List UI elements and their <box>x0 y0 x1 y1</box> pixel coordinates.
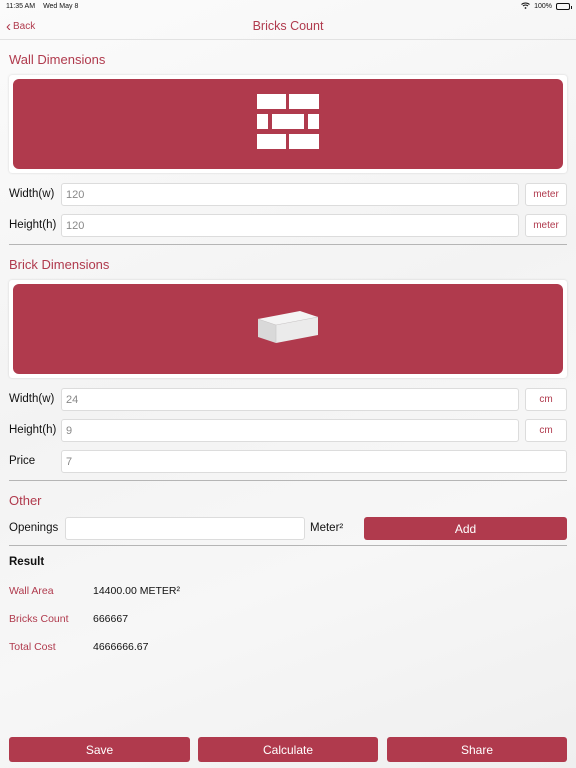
brick-icon <box>256 309 320 350</box>
wall-height-value: 120 <box>66 219 85 232</box>
wall-area-value: 14400.00 METER² <box>93 585 180 597</box>
add-button[interactable]: Add <box>364 517 567 540</box>
brick-banner-card <box>9 280 567 378</box>
total-cost-value: 4666666.67 <box>93 641 149 653</box>
wall-height-label: Height(h) <box>9 219 57 231</box>
divider <box>9 545 567 546</box>
wifi-icon <box>521 2 530 11</box>
divider <box>9 244 567 245</box>
save-button[interactable]: Save <box>9 737 190 762</box>
brick-height-value: 9 <box>66 424 73 437</box>
brick-height-unit-button[interactable]: cm <box>525 419 567 442</box>
status-date: Wed May 8 <box>43 2 79 10</box>
price-field[interactable]: 7 <box>61 450 567 473</box>
openings-field[interactable] <box>65 517 305 540</box>
wall-width-unit-button[interactable]: meter <box>525 183 567 206</box>
back-label: Back <box>13 20 36 32</box>
other-title: Other <box>9 493 42 508</box>
brick-width-label: Width(w) <box>9 393 55 405</box>
wall-banner <box>13 79 563 169</box>
bricks-count-label: Bricks Count <box>9 613 69 625</box>
wall-width-value: 120 <box>66 188 85 201</box>
openings-unit-label: Meter² <box>310 522 344 534</box>
calculate-button[interactable]: Calculate <box>198 737 378 762</box>
brick-width-field[interactable]: 24 <box>61 388 519 411</box>
page-title: Bricks Count <box>252 18 324 33</box>
brick-wall-icon <box>257 93 319 155</box>
wall-dimensions-title: Wall Dimensions <box>9 52 106 67</box>
wall-area-label: Wall Area <box>9 585 54 597</box>
result-title: Result <box>9 556 45 568</box>
brick-width-unit-button[interactable]: cm <box>525 388 567 411</box>
bricks-count-value: 666667 <box>93 613 129 625</box>
wall-width-label: Width(w) <box>9 188 55 200</box>
status-time: 11:35 AM <box>6 2 36 10</box>
brick-banner <box>13 284 563 374</box>
back-button[interactable]: ‹ Back <box>6 16 35 36</box>
wall-banner-card <box>9 75 567 173</box>
navigation-bar: ‹ Back Bricks Count <box>0 12 576 40</box>
battery-percent: 100% <box>534 2 552 10</box>
chevron-left-icon: ‹ <box>6 17 11 35</box>
openings-label: Openings <box>9 522 59 534</box>
divider <box>9 480 567 481</box>
battery-icon <box>556 2 572 10</box>
price-label: Price <box>9 455 36 467</box>
total-cost-label: Total Cost <box>9 641 56 653</box>
status-bar: 11:35 AM Wed May 8 100% <box>0 0 576 12</box>
share-button[interactable]: Share <box>387 737 567 762</box>
status-right: 100% <box>521 2 572 11</box>
wall-height-unit-button[interactable]: meter <box>525 214 567 237</box>
wall-height-field[interactable]: 120 <box>61 214 519 237</box>
brick-height-label: Height(h) <box>9 424 57 436</box>
brick-width-value: 24 <box>66 393 79 406</box>
brick-dimensions-title: Brick Dimensions <box>9 257 110 272</box>
wall-width-field[interactable]: 120 <box>61 183 519 206</box>
brick-height-field[interactable]: 9 <box>61 419 519 442</box>
price-value: 7 <box>66 455 73 468</box>
